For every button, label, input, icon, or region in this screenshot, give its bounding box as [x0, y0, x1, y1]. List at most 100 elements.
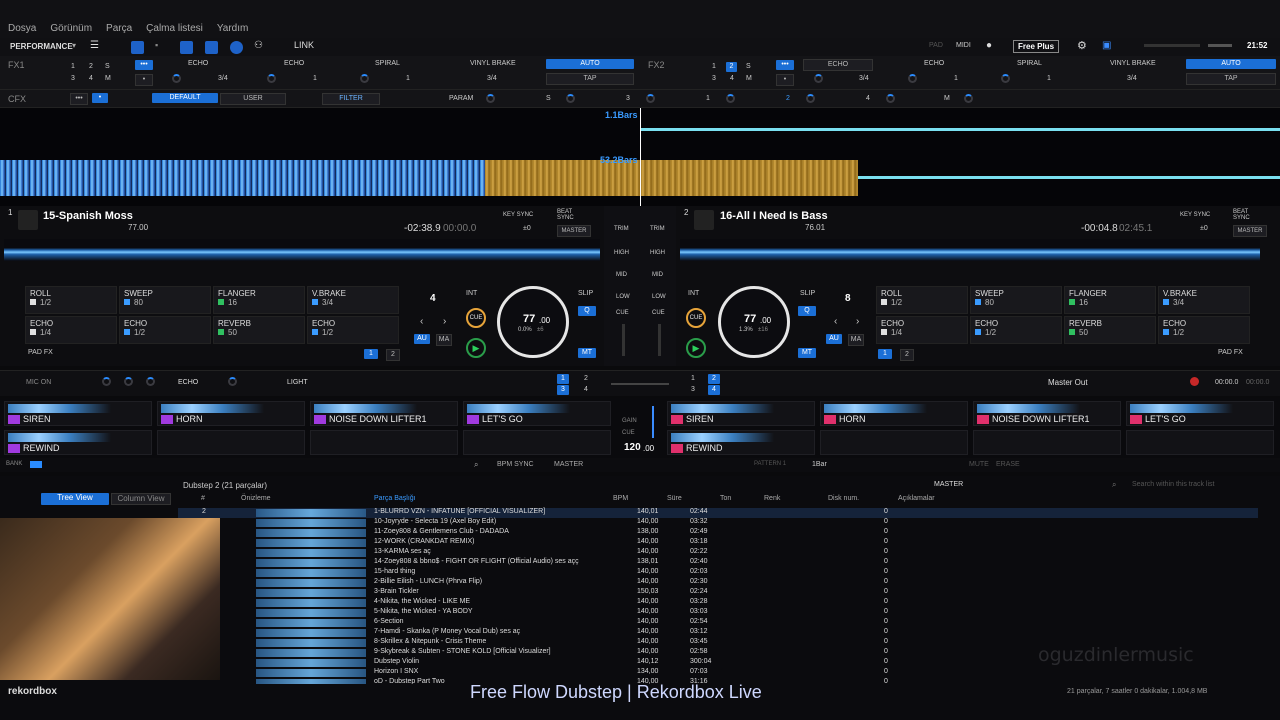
sampler-slot[interactable]: SIREN [4, 401, 152, 426]
sampler-slot-empty[interactable] [157, 430, 305, 455]
cfx-menu-button[interactable]: ••• [70, 93, 88, 105]
cfx-m[interactable]: M [944, 95, 950, 102]
deck1-key-shift[interactable]: ±0 [523, 225, 531, 232]
sampler-slot-empty[interactable] [310, 430, 458, 455]
fx1-tap-button[interactable]: TAP [546, 73, 634, 85]
column-view-tab[interactable]: Column View [111, 493, 171, 505]
fx1-deck1[interactable]: 1 [71, 63, 75, 70]
deck2-pad-fx-selector[interactable]: PAD FX [1218, 349, 1243, 356]
grid-icon[interactable] [180, 41, 193, 54]
fx2-knob3[interactable] [1001, 74, 1010, 83]
cfx-3[interactable]: 3 [626, 95, 630, 102]
menu-help[interactable]: Yardım [217, 23, 249, 34]
fx1-master[interactable]: M [105, 75, 111, 82]
fx2-vinyl-brake[interactable]: VINYL BRAKE [1110, 60, 1156, 67]
mode-selector[interactable]: PERFORMANCE [10, 42, 73, 51]
col-disc[interactable]: Disk num. [828, 495, 859, 502]
deck-select-r4[interactable]: 4 [708, 385, 720, 395]
row-preview-waveform[interactable] [256, 559, 366, 567]
deck-select-3[interactable]: 3 [557, 385, 569, 395]
col-key[interactable]: Ton [720, 495, 731, 502]
deck1-loop-double[interactable]: › [443, 316, 446, 327]
pattern-select[interactable]: PATTERN 1 [754, 461, 786, 467]
gear-icon[interactable]: ⚙ [1077, 39, 1087, 52]
record-icon[interactable] [230, 41, 243, 54]
cfx-param-knob[interactable] [486, 94, 495, 103]
deck1-overview-waveform[interactable] [4, 239, 600, 261]
deck1-pad[interactable]: FLANGER 16 [213, 286, 305, 314]
row-preview-waveform[interactable] [256, 629, 366, 637]
cfx-s[interactable]: S [546, 95, 551, 102]
deck1-quantize[interactable]: Q [578, 306, 596, 316]
fx2-beat3[interactable]: 1 [1047, 75, 1051, 82]
deck2-cue-button[interactable]: CUE [686, 308, 706, 328]
cfx-on-button[interactable]: • [92, 93, 108, 103]
cfx-s-knob[interactable] [566, 94, 575, 103]
search-icon[interactable]: ⌕ [474, 460, 478, 470]
deck2-int[interactable]: INT [688, 290, 699, 297]
deck2-page2[interactable]: 2 [900, 349, 914, 361]
sampler-icon[interactable]: ⚇ [254, 40, 263, 51]
fx1-knob3[interactable] [360, 74, 369, 83]
col-title[interactable]: Parça Başlığı [374, 495, 416, 502]
row-preview-waveform[interactable] [256, 529, 366, 537]
sampler-slot-empty[interactable] [820, 430, 968, 455]
deck-select-r1[interactable]: 1 [691, 375, 695, 382]
fx1-slot3[interactable]: SPIRAL [375, 60, 400, 67]
fx2-mode-button[interactable]: ••• [776, 60, 794, 70]
ch1-trim[interactable]: TRIM [614, 226, 629, 232]
record-button[interactable] [1190, 377, 1199, 386]
pad-label[interactable]: PAD [929, 42, 943, 49]
deck1-page2[interactable]: 2 [386, 349, 400, 361]
light-select[interactable]: LIGHT [287, 379, 308, 386]
deck2-pad[interactable]: ECHO 1/4 [876, 316, 968, 344]
fx1-sampler[interactable]: S [105, 63, 110, 70]
fx1-auto-button[interactable]: AUTO [546, 59, 634, 69]
mic-low-knob[interactable] [102, 377, 111, 386]
cfx-user-tab[interactable]: USER [220, 93, 286, 105]
ch2-low[interactable]: LOW [652, 294, 666, 300]
menu-view[interactable]: Görünüm [50, 23, 92, 34]
sampler-volume-fader[interactable] [652, 406, 654, 438]
sampler-slot[interactable]: HORN [820, 401, 968, 426]
table-row[interactable]: 4-Nikita, the Wicked - LIKE ME 140,00 03:2… [178, 598, 1258, 608]
deck1-slip[interactable]: SLIP [578, 290, 593, 297]
row-preview-waveform[interactable] [256, 609, 366, 617]
ch2-cue[interactable]: CUE [652, 310, 665, 316]
deck1-manual[interactable]: MA [436, 334, 452, 346]
deck1-pad[interactable]: ROLL 1/2 [25, 286, 117, 314]
sampler-bpm[interactable]: 120 [624, 442, 641, 453]
ch1-high[interactable]: HIGH [614, 250, 629, 256]
deck1-cue-button[interactable]: CUE [466, 308, 486, 328]
cfx-2-knob[interactable] [806, 94, 815, 103]
row-preview-waveform[interactable] [256, 589, 366, 597]
deck1-int[interactable]: INT [466, 290, 477, 297]
fx2-master[interactable]: M [746, 75, 752, 82]
cfx-1-knob[interactable] [726, 94, 735, 103]
sampler-slot[interactable]: HORN [157, 401, 305, 426]
deck1-jog-wheel[interactable]: 77.00 0.0% ±6 [497, 286, 569, 358]
deck2-master-tempo[interactable]: MT [798, 348, 816, 358]
track-search-input[interactable]: Search within this track list [1132, 481, 1214, 488]
bar-length-select[interactable]: 1Bar [812, 461, 827, 468]
enlarged-waveform[interactable]: 1.1Bars 53.2Bars [0, 108, 1280, 206]
preview-master-select[interactable]: MASTER [934, 481, 963, 488]
menu-file[interactable]: Dosya [8, 23, 36, 34]
deck2-pad[interactable]: SWEEP 80 [970, 286, 1062, 314]
sampler-slot[interactable]: LET'S GO [463, 401, 611, 426]
deck2-page1[interactable]: 1 [878, 349, 892, 359]
col-color[interactable]: Renk [764, 495, 780, 502]
sampler-slot[interactable]: NOISE DOWN LIFTER1 [973, 401, 1121, 426]
table-row[interactable]: 2-Billie Eilish - LUNCH (Phrva Flip) 140,… [178, 578, 1258, 588]
fx2-vinyl-beat[interactable]: 3/4 [1127, 75, 1137, 82]
ch1-cue[interactable]: CUE [616, 310, 629, 316]
table-row[interactable]: 6-Section 140,00 02:54 0 [178, 618, 1258, 628]
lock-icon[interactable]: ▪ [155, 40, 158, 50]
cfx-1[interactable]: 1 [706, 95, 710, 102]
deck2-pad[interactable]: REVERB 50 [1064, 316, 1156, 344]
deck-select-r2[interactable]: 2 [708, 374, 720, 384]
deck2-beat-sync[interactable]: BEAT SYNC [1233, 209, 1253, 221]
monitor-icon[interactable]: ▣ [1102, 40, 1111, 51]
master-volume-slider[interactable] [1208, 44, 1232, 47]
table-row[interactable]: 5-Nikita, the Wicked - YA BODY 140,00 03:0… [178, 608, 1258, 618]
